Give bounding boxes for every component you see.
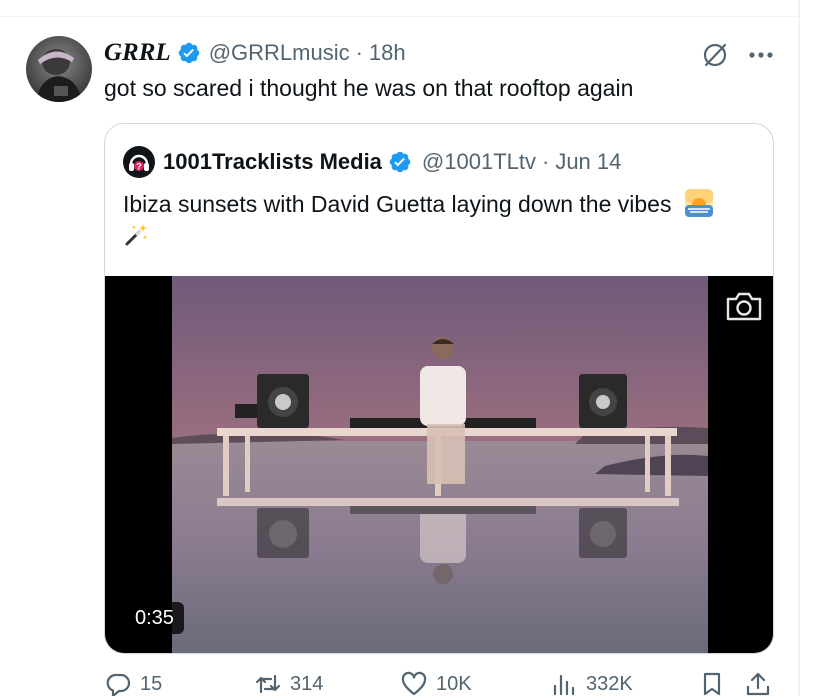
- bookmark-button[interactable]: [698, 670, 734, 696]
- views-icon: [553, 674, 575, 696]
- quoted-post-text: Ibiza sunsets with David Guetta laying d…: [123, 188, 763, 252]
- reply-count: 15: [140, 672, 163, 695]
- separator: ·: [355, 40, 363, 65]
- share-button[interactable]: [744, 670, 780, 696]
- author-handle[interactable]: @GRRLmusic: [209, 40, 350, 66]
- post-time[interactable]: 18h: [369, 40, 406, 66]
- views-count: 332K: [586, 672, 633, 695]
- avatar[interactable]: [26, 36, 92, 102]
- repost-count: 314: [290, 672, 324, 695]
- heart-icon: [401, 671, 427, 696]
- quoted-author-avatar[interactable]: ?: [123, 146, 155, 178]
- quoted-post-text-content: Ibiza sunsets with David Guetta laying d…: [123, 191, 672, 217]
- post-text: got so scared i thought he was on that r…: [104, 75, 634, 101]
- repost-icon: [255, 674, 281, 694]
- separator: ·: [541, 149, 550, 174]
- svg-text:?: ?: [136, 162, 142, 172]
- quoted-author-name[interactable]: 1001Tracklists Media: [163, 149, 382, 175]
- quoted-post-date[interactable]: Jun 14: [555, 149, 621, 175]
- video-duration-badge: 0:35: [125, 602, 184, 634]
- more-icon[interactable]: [746, 40, 776, 70]
- author-name[interactable]: GRRL: [104, 39, 171, 67]
- like-count: 10K: [436, 672, 472, 695]
- like-button[interactable]: 10K: [400, 670, 472, 696]
- verified-badge-icon: [178, 42, 199, 64]
- top-divider: [0, 16, 798, 17]
- views-button[interactable]: 332K: [550, 670, 633, 696]
- timeline-divider: [798, 0, 800, 696]
- magic-wand-emoji-icon: [125, 224, 148, 246]
- reply-button[interactable]: 15: [104, 670, 162, 696]
- bookmark-icon: [703, 672, 721, 696]
- action-bar: 15 314 10K 332K: [104, 670, 784, 696]
- reply-icon: [106, 673, 131, 696]
- verified-badge-icon: [389, 151, 411, 173]
- quoted-author-handle[interactable]: @1001TLtv: [422, 149, 536, 175]
- video-player[interactable]: 0:35: [105, 276, 773, 653]
- share-icon: [746, 672, 770, 696]
- grok-icon[interactable]: [700, 40, 730, 70]
- camera-icon[interactable]: [725, 290, 763, 322]
- quoted-post-header: ? 1001Tracklists Media @1001TLtv · Jun 1…: [123, 146, 621, 178]
- video-frame: [172, 276, 708, 653]
- sunrise-emoji-icon: [684, 189, 713, 217]
- repost-button[interactable]: 314: [254, 670, 323, 696]
- post-header: GRRL @GRRLmusic · 18h: [104, 36, 406, 70]
- quoted-post-card[interactable]: ? 1001Tracklists Media @1001TLtv · Jun 1…: [104, 123, 774, 654]
